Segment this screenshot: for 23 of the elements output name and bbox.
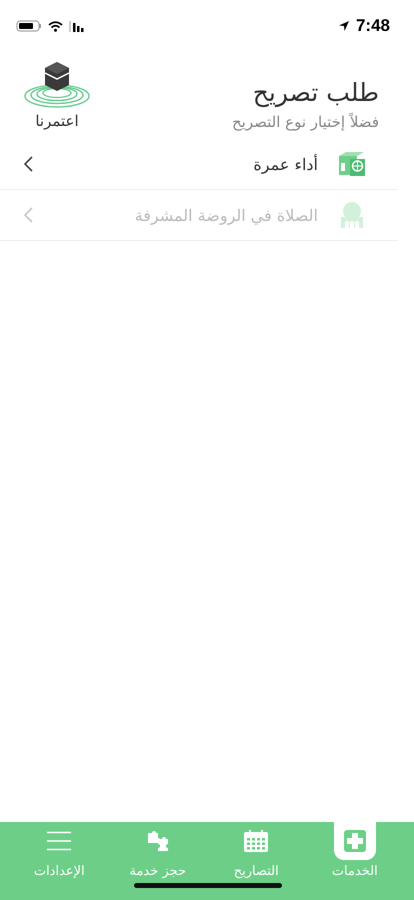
location-arrow-icon [338,20,350,32]
permit-label: الصلاة في الروضة المشرفة [134,206,318,224]
signal-icon [69,20,85,32]
tab[interactable]: حجز خدمة [118,822,197,884]
mosque-icon [338,201,366,229]
page-subtitle: فضلاً إختيار نوع التصريح [232,113,379,131]
tab[interactable]: الإعدادات [20,822,98,884]
wifi-icon [48,20,63,32]
page-title: طلب تصريح [252,78,379,107]
plus-grid-icon [344,830,366,852]
chevron-left-icon [24,207,33,223]
permit-row[interactable]: أداء عمرة [0,139,398,190]
battery-icon [16,20,42,32]
logo-text: اعتمرنا [35,112,79,130]
calendar-icon [244,830,268,852]
status-time: 7:48 [356,16,390,36]
kaaba-logo-icon [24,60,90,108]
tab[interactable]: الخدمات [316,822,394,884]
permit-label: أداء عمرة [252,154,318,174]
puzzle-pieces-icon [146,830,170,852]
menu-icon [47,831,72,851]
kaaba-globe-icon [338,151,366,177]
chevron-left-icon [24,156,33,172]
